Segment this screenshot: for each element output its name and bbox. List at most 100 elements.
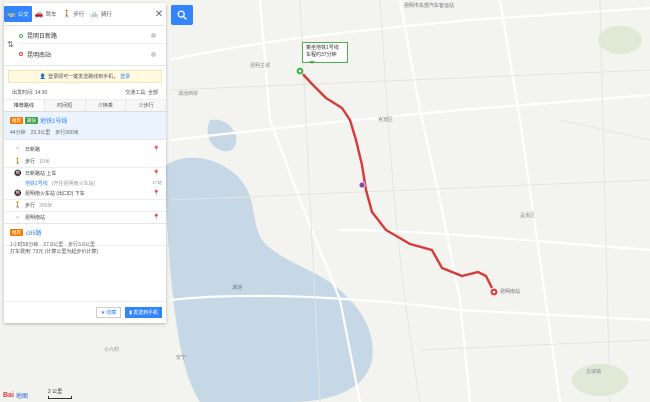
sort-tabs: 推荐路线 时间短 少换乘 少步行 — [4, 100, 166, 112]
origin-circle-icon: ○ — [15, 146, 20, 152]
walk-icon: 🚶 — [14, 203, 22, 209]
map-label-gucheng: 古城镇 — [586, 369, 602, 375]
scale-bar: 2 公里 — [48, 388, 72, 399]
origin-text: 昆明日新路 — [27, 34, 58, 40]
scale-label: 2 公里 — [48, 389, 63, 395]
plan-steps: ○ 日新路 📍 🚶 步行 10米 🚇 日新路站 上车 📍 地铁1号线 (开往昆明… — [4, 140, 166, 223]
metro-icon: 🚇 — [14, 191, 22, 197]
step-text: 昆明南站 — [25, 215, 46, 221]
step-walk: 🚶 步行 10米 — [4, 155, 166, 167]
walk-icon: 🚶 — [62, 10, 72, 18]
map-label-dianchi: 滇池 — [232, 285, 243, 291]
origin-dot-icon — [19, 33, 23, 38]
login-link[interactable]: 登录 — [120, 73, 130, 80]
origin-destination: ⇅ 昆明日新路 昆明南站 — [4, 28, 166, 66]
destination-dot-icon — [19, 52, 23, 56]
login-notice: 👤 登录即可一键发送路线到手机， 登录 — [8, 70, 162, 83]
map-label-south-station: 昆明南站 — [500, 289, 521, 295]
step-text: 日新路 — [25, 146, 41, 153]
locate-pin-icon[interactable]: 📍 — [153, 190, 160, 197]
send-to-phone-button[interactable]: ▮ 发送到手机 — [125, 307, 162, 318]
plan-card-1[interactable]: 推荐 最快 地铁1号线 44分钟 23.3公里 步行300米 — [4, 112, 166, 140]
plan-duration: 44分钟 — [10, 130, 26, 136]
step-sub: 300米 — [39, 203, 53, 209]
favorite-button[interactable]: ★ 收藏 — [95, 307, 122, 318]
plan2-distance: 27.8公里 — [43, 242, 64, 248]
notice-text: 登录即可一键发送路线到手机， — [48, 74, 119, 80]
callout-line: 乘坐地铁1号线 — [306, 45, 339, 51]
mode-label: 公交 — [17, 12, 29, 18]
metro-icon: 🚇 — [14, 170, 22, 177]
step-sub: 10米 — [39, 158, 50, 165]
bike-icon: 🚲 — [90, 10, 99, 18]
step-walk-2: 🚶 步行 300米 — [4, 199, 166, 211]
mode-tab-car[interactable]: 🚗 驾车 — [32, 6, 60, 22]
map-label-chenggong: 呈贡区 — [520, 213, 536, 219]
route-options: 出发时间: 14:30 交通工具: 全部 — [4, 86, 166, 100]
car-icon: 🚗 — [34, 10, 44, 18]
step-destination: ○ 昆明南站 📍 — [4, 211, 166, 223]
step-text: 日新路站 上车 — [25, 170, 57, 177]
plan-walk: 步行300米 — [55, 130, 79, 136]
stop-count[interactable]: 17站 — [152, 180, 162, 186]
scale-line — [48, 396, 72, 399]
clear-origin-icon[interactable] — [151, 33, 156, 38]
fastest-badge: 最快 — [25, 117, 38, 124]
origin-field[interactable]: 昆明日新路 — [19, 28, 166, 44]
step-sub: (开往昆明南火车站) — [51, 180, 96, 187]
mode-label: 步行 — [73, 12, 85, 18]
destination-circle-icon: ○ — [15, 214, 20, 221]
tab-least-walking[interactable]: 少步行 — [126, 100, 166, 111]
baidu-logo: Bai 地图 — [3, 391, 28, 400]
step-line: 地铁1号线 (开往昆明南火车站) 17站 — [4, 178, 166, 188]
recommended-badge: 推荐 — [10, 229, 23, 236]
transport-select[interactable]: 交通工具: 全部 — [125, 89, 158, 96]
mode-tab-bike[interactable]: 🚲 骑行 — [87, 6, 115, 22]
plan2-duration: 1小时58分钟 — [10, 242, 39, 248]
mode-tab-walk[interactable]: 🚶 步行 — [59, 6, 87, 22]
tab-fewest-transfers[interactable]: 少换乘 — [85, 100, 127, 111]
user-icon: 👤 — [39, 73, 47, 80]
panel-actions: ★ 收藏 ▮ 发送到手机 — [4, 301, 166, 323]
plan2-walk: 步行3.6公里 — [68, 242, 96, 248]
destination-field[interactable]: 昆明南站 — [19, 46, 166, 62]
step-text: 地铁1号线 — [25, 180, 48, 187]
step-board: 🚇 日新路站 上车 📍 — [4, 167, 166, 178]
locate-pin-icon[interactable]: 📍 — [153, 146, 160, 153]
phone-icon: ▮ — [129, 309, 132, 316]
locate-pin-icon[interactable]: 📍 — [153, 214, 160, 221]
mode-tab-bus[interactable]: 🚌 公交 — [4, 6, 32, 22]
map-label-kunming: 昆明主城 — [250, 63, 271, 69]
close-icon[interactable]: ✕ — [152, 9, 166, 20]
route-panel: 🚌 公交 🚗 驾车 🚶 步行 🚲 骑行 ✕ ⇅ 昆明日新路 昆明南站 👤 登录即… — [4, 3, 166, 323]
mode-label: 骑行 — [100, 12, 112, 18]
callout-duration: 车程约37分钟 — [306, 52, 337, 58]
map-label-guandu: 官渡区 — [378, 117, 394, 123]
step-text: 步行 — [25, 203, 36, 209]
departure-select[interactable]: 出发时间: 14:30 — [12, 89, 47, 96]
star-icon: ★ — [100, 309, 106, 316]
tab-recommended[interactable]: 推荐路线 — [4, 100, 45, 111]
plan-title: 地铁1号线 — [40, 119, 68, 125]
step-text: 步行 — [25, 158, 36, 165]
step-alight: 🚇 昆明南火车站 (出口D) 下车 📍 — [4, 188, 166, 199]
search-icon — [177, 10, 187, 20]
route-callout: 乘坐地铁1号线 车程约37分钟 — [302, 42, 348, 64]
step-origin: ○ 日新路 📍 — [4, 143, 166, 155]
search-button[interactable] — [171, 5, 193, 25]
map-label-village: 小六村 — [104, 347, 120, 353]
walk-icon: 🚶 — [14, 158, 22, 165]
clear-destination-icon[interactable] — [151, 51, 156, 57]
waypoint-marker — [358, 181, 366, 189]
locate-pin-icon[interactable]: 📍 — [153, 170, 160, 177]
send-label: 发送到手机 — [132, 310, 158, 316]
swap-icon[interactable]: ⇅ — [7, 40, 14, 49]
tab-shortest-time[interactable]: 时间短 — [44, 100, 86, 111]
plan-card-2[interactable]: 推荐 c85路 1小时58分钟 27.8公里 步行3.6公里 — [4, 223, 166, 248]
destination-text: 昆明南站 — [27, 52, 52, 59]
mode-label: 驾车 — [45, 12, 57, 18]
recommended-badge: 推荐 — [10, 117, 23, 124]
step-text: 昆明南火车站 (出口D) 下车 — [25, 191, 85, 197]
mode-bar: 🚌 公交 🚗 驾车 🚶 步行 🚲 骑行 ✕ — [4, 3, 166, 26]
plan2-title: c85路 — [26, 231, 42, 237]
